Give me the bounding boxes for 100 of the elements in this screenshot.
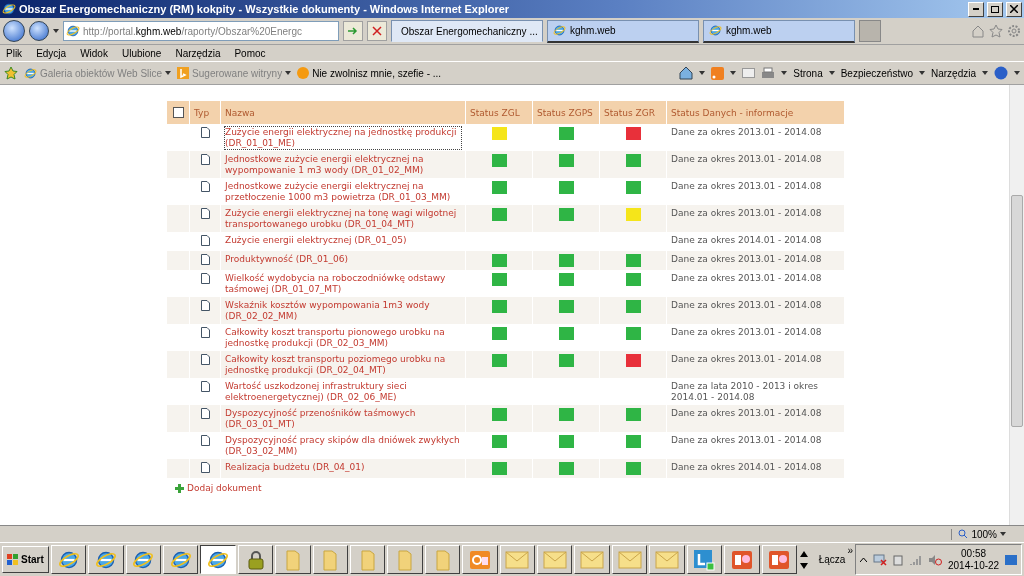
document-icon [200, 208, 210, 219]
printer-icon[interactable] [761, 66, 776, 80]
data-info: Dane za okres 2014.01 - 2014.08 [671, 235, 823, 246]
browser-tab[interactable]: kghm.web [703, 19, 855, 43]
envelope-icon [505, 550, 530, 569]
house-icon[interactable] [679, 66, 694, 80]
scrollbar-thumb[interactable] [1011, 195, 1023, 427]
caret-icon [982, 71, 988, 75]
padlock-icon [246, 549, 265, 570]
document-link[interactable]: Wielkość wydobycia na roboczodniówkę odstawy taśmowej (DR_01_07_MT) [225, 273, 461, 295]
data-info: Dane za okres 2013.01 - 2014.08 [671, 127, 823, 138]
caret-icon [165, 71, 172, 75]
menu-item[interactable]: Ulubione [121, 47, 162, 59]
document-link[interactable]: Jednostkowe zużycie energii elektrycznej na wypompowanie 1 m3 wody (DR_01_02_MM) [225, 154, 461, 176]
maximize-icon [991, 5, 999, 13]
document-link[interactable]: Zużycie energii elektrycznej na jednostkę produkcji (DR_01_01_ME) [225, 127, 461, 149]
caret-icon [1000, 532, 1006, 536]
show-desktop-icon[interactable] [1005, 554, 1018, 565]
column-header[interactable]: Status Danych - informacje [666, 101, 845, 124]
plus-icon [175, 483, 184, 493]
scrollbar[interactable] [1009, 85, 1024, 525]
stop-button[interactable] [367, 21, 387, 41]
maximize-button[interactable] [987, 1, 1003, 17]
document-link[interactable]: Dyspozycyjność przenośników taśmowych (DR_03_01_MT) [225, 408, 461, 430]
browser-tab[interactable]: kghm.web [547, 19, 699, 43]
ie-icon [24, 66, 37, 80]
document-link[interactable]: Zużycie energii elektrycznej (DR_01_05) [225, 235, 407, 246]
data-info: Dane za okres 2013.01 - 2014.08 [671, 435, 823, 446]
zoom-control[interactable]: 100% [951, 528, 1012, 540]
clock[interactable]: 00:58 2014-10-22 [948, 547, 1000, 572]
data-info: Dane za okres 2013.01 - 2014.08 [671, 327, 823, 338]
start-button[interactable]: Start [2, 546, 49, 573]
caret-icon [53, 29, 59, 33]
envelope-icon [655, 550, 679, 569]
envelope-icon [617, 550, 642, 569]
command-menu[interactable]: Bezpieczeństwo [840, 67, 913, 79]
chevron-up-icon[interactable] [860, 556, 867, 563]
links-toolbar-label[interactable]: Łącza [818, 554, 846, 565]
muted-speaker-icon[interactable] [928, 553, 942, 566]
document-icon [200, 462, 210, 473]
favorites-link[interactable]: Nie zwolnisz mnie, szefie - ... [297, 67, 442, 79]
network-error-icon[interactable] [873, 553, 887, 566]
column-header[interactable]: Status ZGR [599, 101, 667, 124]
column-header[interactable]: Nazwa [220, 101, 466, 124]
column-header[interactable]: Status ZGL [465, 101, 533, 124]
menu-item[interactable]: Pomoc [234, 47, 266, 59]
document-link[interactable]: Całkowity koszt transportu poziomego urobku na jednostkę produkcji (DR_02_04_MT) [225, 354, 461, 376]
document-link[interactable]: Produktywność (DR_01_06) [225, 254, 348, 265]
data-info: Dane za okres 2014.01 - 2014.08 [671, 462, 823, 473]
data-info: Dane za okres 2013.01 - 2014.08 [671, 408, 823, 419]
envelope-icon [542, 550, 567, 569]
document-icon [200, 273, 210, 284]
envelope-icon [580, 550, 605, 569]
minimize-button[interactable] [968, 1, 984, 17]
address-field[interactable]: http://portal.kghm.web/raporty/Obszar%20Energc [63, 21, 339, 41]
ie-icon [553, 24, 566, 37]
star-icon[interactable] [989, 24, 1003, 38]
ie-icon [709, 24, 722, 37]
data-info: Dane za okres 2013.01 - 2014.08 [671, 254, 823, 265]
folder-icon [359, 548, 376, 571]
caret-icon [285, 71, 292, 75]
close-icon [1010, 5, 1018, 13]
select-all-checkbox[interactable] [172, 107, 184, 118]
caret-icon [699, 71, 706, 75]
help-icon[interactable] [994, 66, 1008, 80]
document-link[interactable]: Dyspozycyjność pracy skipów dla dniówek zwykłych (DR_03_02_MM) [225, 435, 461, 457]
document-link[interactable]: Zużycie energii elektrycznej na tonę wagi wilgotnej transportowanego urobku (DR_01_04_MT) [225, 208, 461, 230]
command-menu[interactable]: Narzędzia [930, 67, 976, 79]
data-info: Dane za okres 2013.01 - 2014.08 [671, 273, 823, 284]
menu-item[interactable]: Narzędzia [175, 47, 221, 59]
menu-item[interactable]: Widok [80, 47, 108, 59]
taskbar-button[interactable] [200, 545, 236, 574]
close-button[interactable] [1006, 1, 1022, 17]
document-icon [200, 408, 210, 419]
arrows-icon [347, 26, 359, 36]
document-link[interactable]: Wskaźnik kosztów wypompowania 1m3 wody (DR_02_02_MM) [225, 300, 461, 322]
document-icon [200, 300, 210, 311]
column-header[interactable]: Typ [189, 101, 221, 124]
minimize-icon [973, 8, 979, 10]
command-menu[interactable]: Strona [793, 67, 823, 79]
document-link[interactable]: Jednostkowe zużycie energii elektrycznej na przetłoczenie 1000 m3 powietrza (DR_01_03_MM) [225, 181, 461, 203]
document-link[interactable]: Całkowity koszt transportu pionowego urobku na jednostkę produkcji (DR_02_03_MM) [225, 327, 461, 349]
url-text: http://portal.kghm.web/raporty/Obszar%20Energc [83, 25, 302, 37]
caret-icon [918, 71, 925, 75]
document-link[interactable]: Realizacja budżetu (DR_04_01) [225, 462, 365, 473]
browser-tab[interactable]: Obszar Energomechaniczny ... [391, 20, 543, 42]
menu-item[interactable]: Plik [6, 47, 23, 59]
add-document-link[interactable]: Dodaj dokument [175, 483, 262, 493]
magnifier-icon [958, 529, 969, 539]
document-icon [200, 435, 210, 446]
menu-item[interactable]: Edycja [36, 47, 67, 59]
forward-button[interactable] [29, 21, 49, 41]
data-info: Dane za okres 2013.01 - 2014.08 [671, 154, 823, 165]
caret-icon [730, 71, 737, 75]
document-link[interactable]: Wartość uszkodzonej infrastruktury sieci elektroenergetycznej) (DR_02_06_ME) [225, 381, 461, 403]
links-more[interactable]: » [847, 545, 853, 556]
favorites-star-icon[interactable] [4, 66, 18, 80]
folder-icon [434, 548, 451, 571]
back-button[interactable] [3, 20, 25, 42]
column-header[interactable]: Status ZGPS [532, 101, 600, 124]
